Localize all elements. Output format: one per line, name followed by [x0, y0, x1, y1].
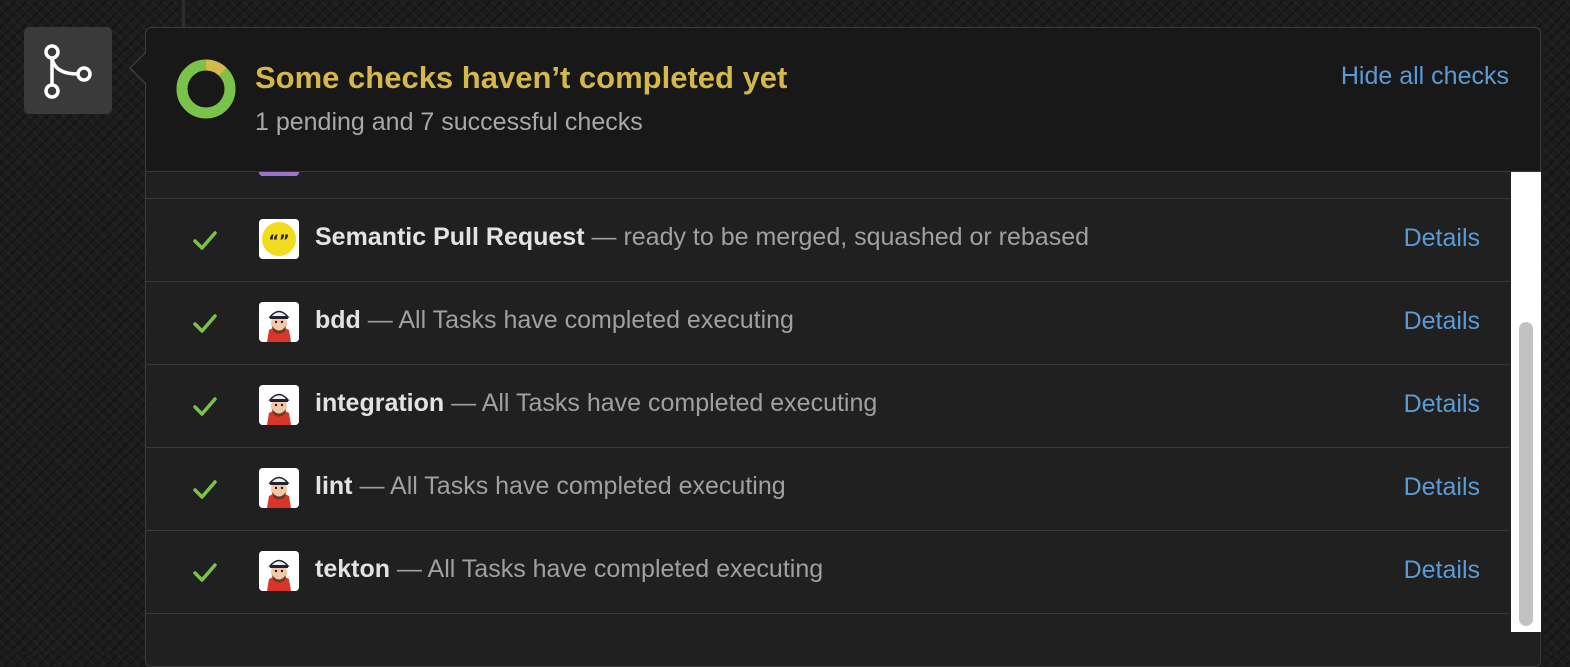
checks-progress-ring: [176, 59, 236, 119]
checks-scrollbar[interactable]: [1511, 172, 1541, 632]
check-text: tekton — All Tasks have completed execut…: [315, 555, 823, 584]
checks-list[interactable]: Hound — No violations found. Woof! “” Sema…: [146, 172, 1510, 632]
checks-title: Some checks haven’t completed yet: [255, 60, 788, 95]
panel-caret-fill: [131, 52, 147, 84]
scrollbar-thumb[interactable]: [1519, 322, 1533, 626]
check-separator: —: [367, 306, 393, 334]
check-details-link[interactable]: Details: [1404, 473, 1480, 502]
tekton-avatar-icon: [259, 302, 299, 342]
check-description: All Tasks have completed executing: [390, 472, 786, 500]
checks-summary: 1 pending and 7 successful checks: [255, 108, 643, 136]
check-name: lint: [315, 472, 353, 500]
check-text: lint — All Tasks have completed executin…: [315, 472, 786, 501]
tekton-avatar-icon: [259, 551, 299, 591]
check-row: Hound — No violations found. Woof!: [146, 172, 1510, 199]
check-description: All Tasks have completed executing: [427, 555, 824, 583]
check-description: ready to be merged, squashed or rebased: [623, 223, 1090, 251]
check-success-icon: [193, 314, 217, 333]
check-row: lint — All Tasks have completed executin…: [146, 448, 1510, 531]
check-success-icon: [193, 231, 217, 250]
tekton-avatar-icon: [259, 385, 299, 425]
hide-all-checks-link[interactable]: Hide all checks: [1341, 62, 1509, 91]
check-success-icon: [193, 480, 217, 499]
checks-rows: Hound — No violations found. Woof! “” Sema…: [146, 172, 1510, 614]
check-row: integration — All Tasks have completed e…: [146, 365, 1510, 448]
semantic-quotes-icon: “”: [259, 219, 299, 259]
check-text: bdd — All Tasks have completed executing: [315, 306, 794, 335]
check-separator: —: [359, 472, 385, 500]
check-success-icon: [193, 397, 217, 416]
svg-text:“”: “”: [268, 231, 289, 250]
check-row: bdd — All Tasks have completed executing…: [146, 282, 1510, 365]
check-name: Semantic Pull Request: [315, 223, 585, 251]
check-row: “” Semantic Pull Request — ready to be me…: [146, 199, 1510, 282]
check-success-icon: [193, 563, 217, 582]
timeline-line: [182, 0, 185, 30]
check-separator: —: [396, 555, 422, 583]
checks-header: Some checks haven’t completed yet 1 pend…: [146, 28, 1540, 172]
check-description: All Tasks have completed executing: [481, 389, 878, 417]
check-separator: —: [451, 389, 477, 417]
check-text: Semantic Pull Request — ready to be merg…: [315, 223, 1089, 252]
check-details-link[interactable]: Details: [1404, 556, 1480, 585]
hound-icon: [259, 172, 299, 176]
check-details-link[interactable]: Details: [1404, 390, 1480, 419]
check-details-link[interactable]: Details: [1404, 307, 1480, 336]
check-details-link[interactable]: Details: [1404, 224, 1480, 253]
tekton-avatar-icon: [259, 468, 299, 508]
check-name: tekton: [315, 555, 390, 583]
check-row: tekton — All Tasks have completed execut…: [146, 531, 1510, 614]
check-separator: —: [591, 223, 617, 251]
merge-badge: [24, 27, 112, 114]
check-description: All Tasks have completed executing: [398, 306, 794, 334]
check-text: integration — All Tasks have completed e…: [315, 389, 877, 418]
check-name: bdd: [315, 306, 361, 334]
checks-panel: Some checks haven’t completed yet 1 pend…: [129, 27, 1541, 667]
check-name: integration: [315, 389, 445, 417]
git-merge-icon: [44, 43, 92, 99]
